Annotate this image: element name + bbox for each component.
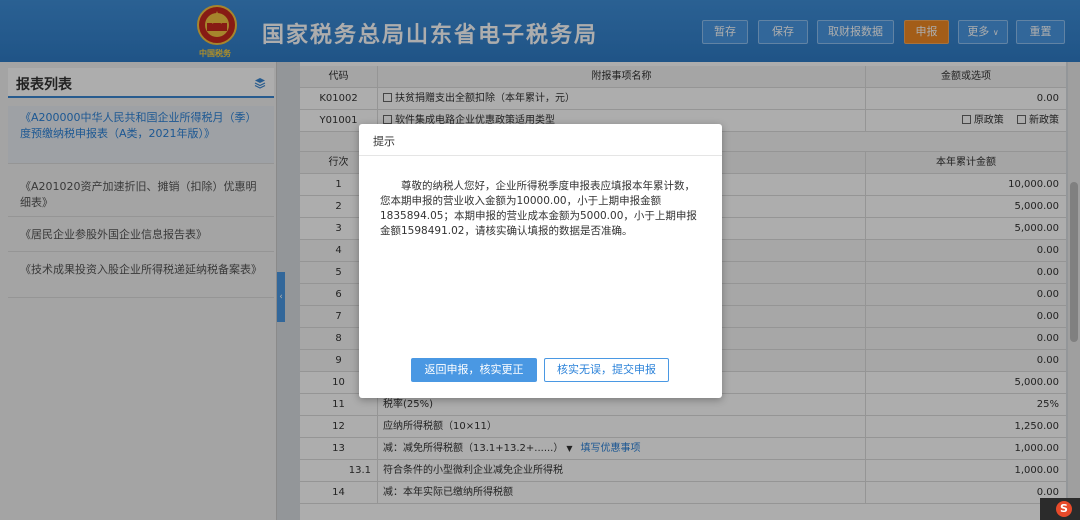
prompt-dialog: 提示 尊敬的纳税人您好，企业所得税季度申报表应填报本年累计数，您本期申报的营业收… xyxy=(359,124,722,398)
input-method-icon[interactable]: S xyxy=(1056,501,1072,517)
system-tray: S xyxy=(1040,498,1080,520)
dialog-message: 尊敬的纳税人您好，企业所得税季度申报表应填报本年累计数，您本期申报的营业收入金额… xyxy=(380,180,697,237)
confirm-and-submit-button[interactable]: 核实无误，提交申报 xyxy=(544,358,669,382)
dialog-header: 提示 xyxy=(359,124,722,156)
return-and-correct-button[interactable]: 返回申报，核实更正 xyxy=(411,358,537,382)
dialog-title: 提示 xyxy=(373,135,395,148)
